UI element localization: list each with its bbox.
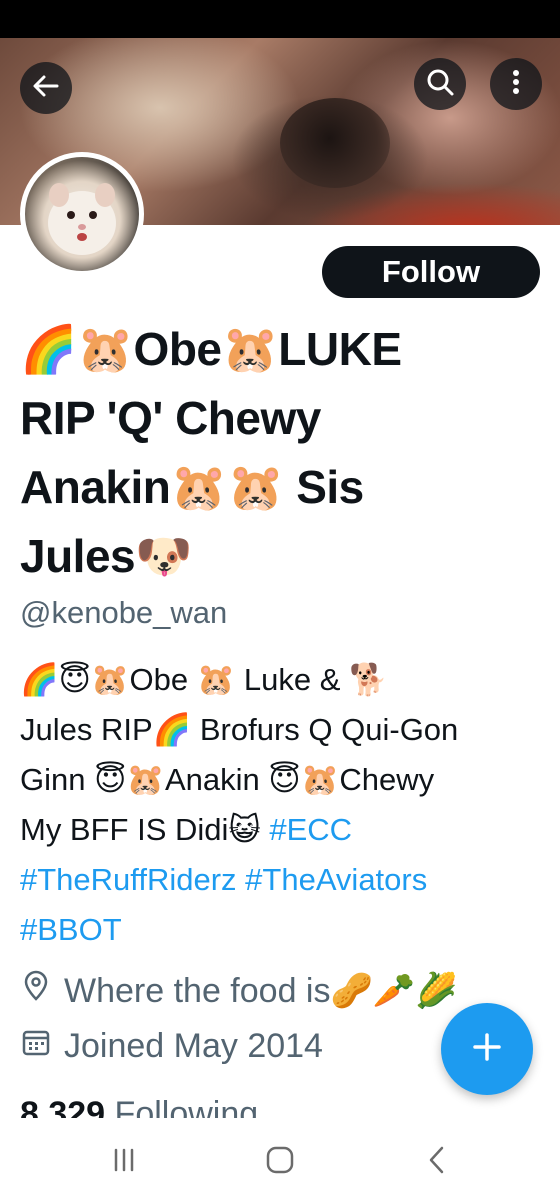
plus-icon — [469, 1029, 505, 1070]
system-back-button[interactable] — [408, 1140, 468, 1184]
more-options-button[interactable] — [490, 58, 542, 110]
display-name: 🌈🐹Obe🐹LUKE RIP 'Q' Chewy Anakin🐹🐹 Sis Ju… — [20, 315, 540, 591]
joined-row: Joined May 2014 — [20, 1026, 323, 1067]
recent-apps-icon — [108, 1146, 140, 1179]
bio-line: Ginn 😇🐹Anakin 😇🐹Chewy — [20, 762, 435, 797]
location-pin-icon — [20, 970, 64, 1011]
bio-text: My BFF IS Didi😺 — [20, 812, 270, 847]
hashtag-link[interactable]: #TheRuffRiderz — [20, 862, 237, 897]
home-icon — [264, 1144, 296, 1181]
display-name-line: RIP 'Q' Chewy — [20, 392, 321, 444]
system-back-icon — [422, 1144, 454, 1181]
back-button[interactable] — [20, 62, 72, 114]
bio-line: 🌈😇🐹Obe 🐹 Luke & 🐕 — [20, 662, 388, 697]
hashtag-link[interactable]: #BBOT — [20, 912, 122, 947]
location-text: Where the food is🥜🥕🌽 — [64, 971, 458, 1010]
bio-line: My BFF IS Didi😺 #ECC — [20, 805, 545, 855]
following-count: 8,329 — [20, 1095, 106, 1118]
follow-button[interactable]: Follow — [322, 246, 540, 298]
system-navigation-bar — [0, 1122, 560, 1200]
display-name-line: Jules🐶 — [20, 530, 192, 582]
search-button[interactable] — [414, 58, 466, 110]
user-handle: @kenobe_wan — [20, 595, 228, 630]
search-icon — [425, 67, 455, 102]
status-bar — [0, 0, 560, 38]
recent-apps-button[interactable] — [94, 1140, 154, 1184]
hamster-photo — [48, 183, 116, 255]
calendar-icon — [20, 1026, 64, 1067]
compose-tweet-button[interactable] — [441, 1003, 533, 1095]
hashtag-link[interactable]: #TheAviators — [245, 862, 427, 897]
more-vertical-icon — [501, 67, 531, 102]
bio-line: #TheRuffRiderz #TheAviators — [20, 855, 545, 905]
bio-line: #BBOT — [20, 905, 545, 955]
joined-text: Joined May 2014 — [64, 1027, 323, 1065]
location-row: Where the food is🥜🥕🌽 — [20, 970, 457, 1011]
bio-line: Jules RIP🌈 Brofurs Q Qui-Gon — [20, 712, 459, 747]
following-stat[interactable]: 8,329 Following — [20, 1092, 258, 1118]
display-name-line: 🌈🐹Obe🐹LUKE — [20, 323, 402, 375]
banner-photo-detail — [280, 98, 390, 188]
hashtag-link[interactable]: #ECC — [269, 812, 352, 847]
home-button[interactable] — [250, 1140, 310, 1184]
display-name-line: Anakin🐹🐹 Sis — [20, 461, 364, 513]
avatar[interactable] — [20, 152, 144, 276]
profile-bio: 🌈😇🐹Obe 🐹 Luke & 🐕 Jules RIP🌈 Brofurs Q Q… — [20, 655, 545, 955]
following-label: Following — [114, 1095, 259, 1118]
arrow-left-icon — [31, 71, 61, 106]
